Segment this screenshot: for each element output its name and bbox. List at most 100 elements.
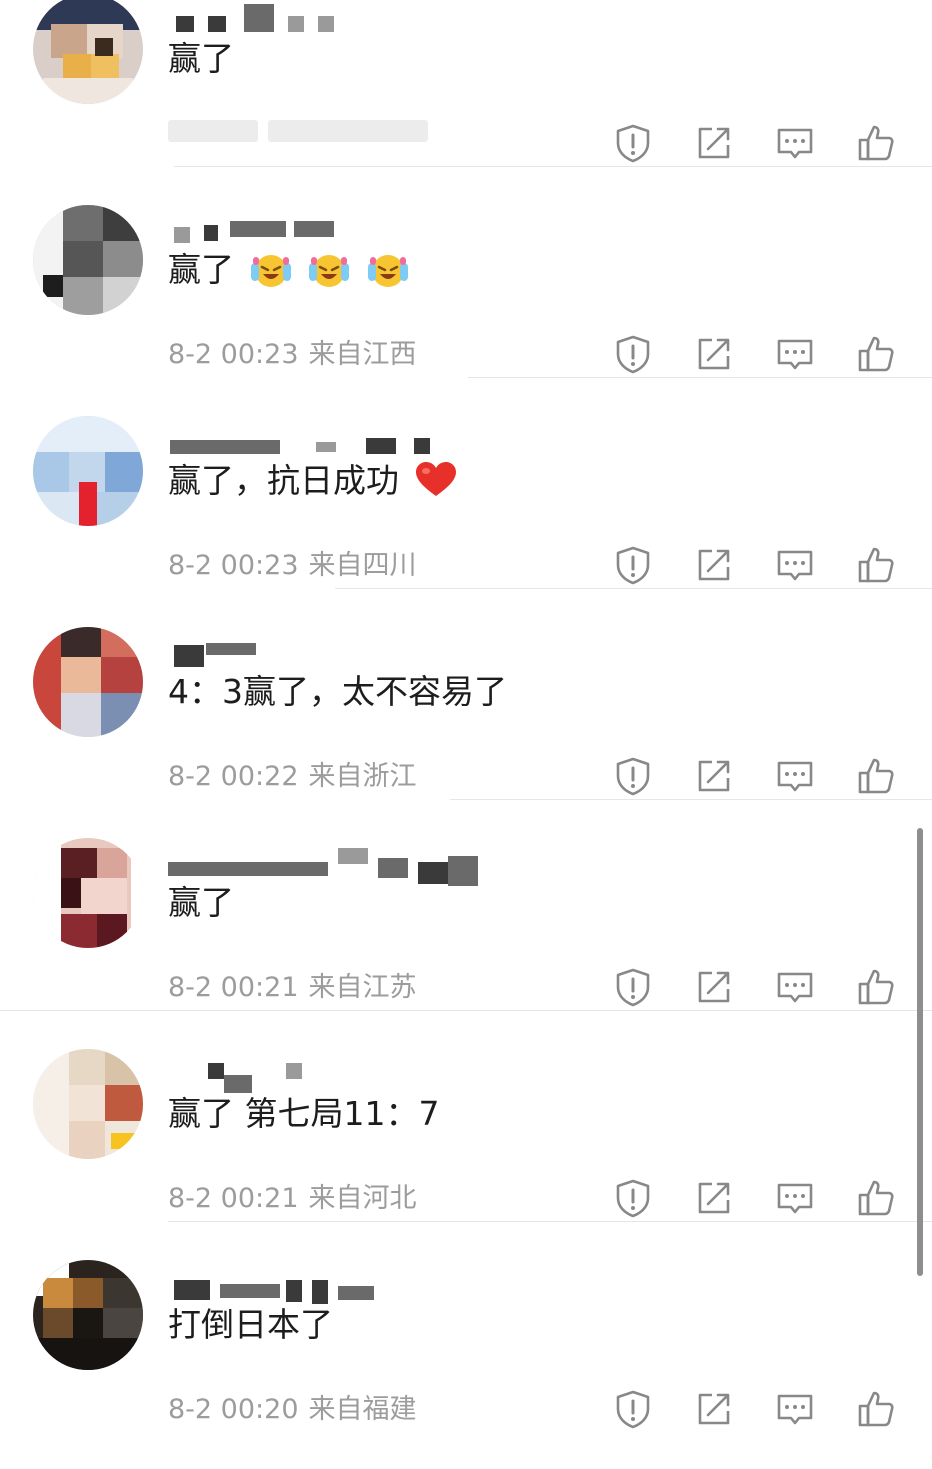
avatar[interactable] (33, 205, 143, 315)
comment-actions (0, 967, 932, 1007)
comment-actions (0, 1178, 932, 1218)
thumbs-up-icon (856, 334, 896, 374)
share-button[interactable] (694, 334, 734, 374)
comment-bubble-icon (775, 545, 815, 585)
reply-button[interactable] (775, 756, 815, 796)
like-button[interactable] (856, 123, 896, 163)
thumbs-up-icon (856, 967, 896, 1007)
share-button[interactable] (694, 1389, 734, 1429)
report-button[interactable] (613, 1178, 653, 1218)
share-button[interactable] (694, 123, 734, 163)
thumbs-up-icon (856, 123, 896, 163)
thumbs-up-icon (856, 1389, 896, 1429)
comment-divider (468, 377, 932, 378)
reply-button[interactable] (775, 1389, 815, 1429)
username-redacted[interactable] (168, 1270, 388, 1304)
username-redacted[interactable] (168, 1059, 318, 1093)
comment-bubble-icon (775, 1178, 815, 1218)
share-button[interactable] (694, 545, 734, 585)
username-redacted[interactable] (168, 4, 338, 32)
shield-alert-icon (613, 1178, 653, 1218)
report-button[interactable] (613, 1389, 653, 1429)
comment-divider (168, 1221, 932, 1222)
share-edit-icon (694, 334, 734, 374)
avatar[interactable] (33, 416, 143, 526)
comment-divider (335, 588, 932, 589)
thumbs-up-icon (856, 756, 896, 796)
share-edit-icon (694, 1389, 734, 1429)
report-button[interactable] (613, 334, 653, 374)
scrollbar[interactable] (917, 828, 923, 1276)
comment-text: 打倒日本了 (168, 1305, 333, 1344)
share-button[interactable] (694, 1178, 734, 1218)
comment-text: 4：3赢了，太不容易了 (168, 672, 507, 711)
like-button[interactable] (856, 334, 896, 374)
report-button[interactable] (613, 123, 653, 163)
share-edit-icon (694, 967, 734, 1007)
shield-alert-icon (613, 967, 653, 1007)
username-redacted[interactable] (168, 426, 438, 454)
comment-item[interactable]: 赢了 8-2 00:23 来自江西 (0, 203, 932, 414)
comment-item[interactable]: 4：3赢了，太不容易了 8-2 00:22 来自浙江 (0, 625, 932, 836)
avatar[interactable] (33, 0, 143, 104)
shield-alert-icon (613, 334, 653, 374)
comment-item[interactable]: 打倒日本了 8-2 00:20 来自福建 (0, 1258, 932, 1469)
thumbs-up-icon (856, 545, 896, 585)
comment-bubble-icon (775, 123, 815, 163)
share-button[interactable] (694, 756, 734, 796)
share-edit-icon (694, 1178, 734, 1218)
like-button[interactable] (856, 545, 896, 585)
like-button[interactable] (856, 756, 896, 796)
report-button[interactable] (613, 967, 653, 1007)
comment-bubble-icon (775, 967, 815, 1007)
comment-bubble-icon (775, 334, 815, 374)
comment-item[interactable]: 赢了，抗日成功 8-2 00:23 来自四川 (0, 414, 932, 625)
avatar[interactable] (33, 1049, 143, 1159)
comment-bubble-icon (775, 1389, 815, 1429)
shield-alert-icon (613, 756, 653, 796)
report-button[interactable] (613, 756, 653, 796)
comment-divider (174, 166, 932, 167)
reply-button[interactable] (775, 334, 815, 374)
shield-alert-icon (613, 123, 653, 163)
share-edit-icon (694, 756, 734, 796)
comment-actions (0, 545, 932, 585)
reply-button[interactable] (775, 1178, 815, 1218)
avatar[interactable] (33, 838, 143, 948)
comment-item[interactable]: 赢了 (0, 0, 932, 203)
like-button[interactable] (856, 1178, 896, 1218)
share-button[interactable] (694, 967, 734, 1007)
comment-divider (450, 799, 932, 800)
share-edit-icon (694, 123, 734, 163)
comment-item[interactable]: 赢了 第七局11：7 8-2 00:21 来自河北 (0, 1047, 932, 1258)
laughing-crying-emoji (309, 255, 349, 287)
red-heart-emoji (415, 462, 456, 496)
comment-actions (0, 334, 932, 374)
share-edit-icon (694, 545, 734, 585)
report-button[interactable] (613, 545, 653, 585)
username-redacted[interactable] (168, 215, 338, 243)
comment-item[interactable]: 赢了 8-2 00:21 来自江苏 (0, 836, 932, 1047)
comment-text: 赢了，抗日成功 (168, 459, 458, 503)
reply-button[interactable] (775, 123, 815, 163)
comment-text: 赢了 (168, 248, 410, 292)
comment-bubble-icon (775, 756, 815, 796)
laughing-crying-emoji (367, 255, 408, 287)
avatar[interactable] (33, 627, 143, 737)
comment-text: 赢了 (168, 883, 234, 922)
comment-text: 赢了 (168, 39, 234, 78)
reply-button[interactable] (775, 545, 815, 585)
like-button[interactable] (856, 1389, 896, 1429)
username-redacted[interactable] (168, 637, 268, 667)
username-redacted[interactable] (168, 848, 478, 886)
shield-alert-icon (613, 545, 653, 585)
comment-divider (0, 1010, 932, 1011)
laughing-crying-emoji (250, 255, 291, 287)
comment-actions (0, 756, 932, 796)
comment-actions (0, 123, 932, 163)
like-button[interactable] (856, 967, 896, 1007)
reply-button[interactable] (775, 967, 815, 1007)
comment-actions (0, 1389, 932, 1429)
thumbs-up-icon (856, 1178, 896, 1218)
avatar[interactable] (33, 1260, 143, 1370)
